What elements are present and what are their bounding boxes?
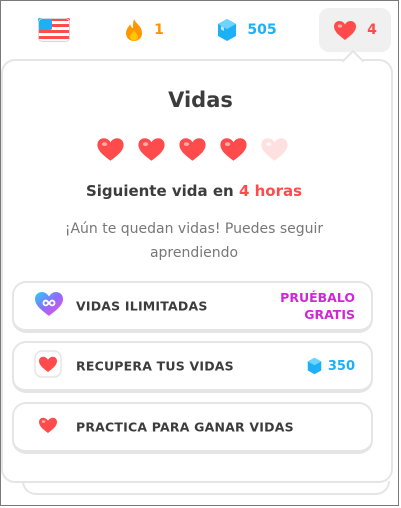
try-free-line2: GRATIS bbox=[304, 307, 355, 322]
refill-lives-label: RECUPERA TUS VIDAS bbox=[76, 358, 234, 374]
hearts-counter[interactable]: 4 bbox=[319, 8, 391, 52]
practice-earn-lives-label: PRACTICA PARA GANAR VIDAS bbox=[76, 419, 294, 435]
refill-lives-button[interactable]: RECUPERA TUS VIDAS 350 bbox=[12, 341, 373, 393]
us-flag-icon bbox=[38, 18, 70, 42]
gem-icon bbox=[307, 357, 322, 375]
language-selector[interactable] bbox=[36, 8, 72, 52]
heart-icon bbox=[334, 20, 357, 40]
refill-cost-value: 350 bbox=[327, 358, 355, 374]
panel-title: Vidas bbox=[168, 88, 233, 112]
heart-icon bbox=[34, 350, 62, 382]
flame-icon bbox=[126, 19, 143, 41]
heart-icon bbox=[138, 138, 165, 161]
heart-icon bbox=[220, 138, 247, 161]
heart-icon bbox=[34, 411, 62, 443]
top-bar: 1 505 4 bbox=[0, 0, 401, 58]
hearts-count: 4 bbox=[367, 22, 377, 38]
heart-icon bbox=[179, 138, 206, 161]
refill-cost: 350 bbox=[307, 357, 355, 375]
hearts-row bbox=[96, 137, 289, 162]
infinity-heart-icon bbox=[34, 291, 64, 321]
gems-counter[interactable]: 505 bbox=[214, 8, 280, 52]
streak-count: 1 bbox=[154, 22, 164, 38]
practice-earn-lives-button[interactable]: PRACTICA PARA GANAR VIDAS bbox=[12, 402, 373, 454]
unlimited-lives-label: VIDAS ILIMITADAS bbox=[76, 298, 208, 314]
gem-icon bbox=[218, 19, 237, 41]
try-free-line1: PRUÉBALO bbox=[280, 290, 355, 305]
unlimited-lives-button[interactable]: VIDAS ILIMITADAS PRUÉBALO GRATIS bbox=[12, 281, 373, 333]
streak-counter[interactable]: 1 bbox=[118, 8, 170, 52]
lives-message: ¡Aún te quedan vidas! Puedes seguir apre… bbox=[64, 221, 324, 261]
panel-shadow-edge bbox=[22, 481, 390, 495]
gems-count: 505 bbox=[247, 22, 277, 38]
next-life-time: 4 horas bbox=[238, 182, 303, 200]
empty-heart-icon bbox=[261, 138, 288, 161]
next-life-text: Siguiente vida en 4 horas bbox=[0, 182, 388, 200]
heart-icon bbox=[97, 138, 124, 161]
next-life-prefix: Siguiente vida en bbox=[85, 182, 239, 200]
try-free-link[interactable]: PRUÉBALO GRATIS bbox=[280, 289, 355, 323]
